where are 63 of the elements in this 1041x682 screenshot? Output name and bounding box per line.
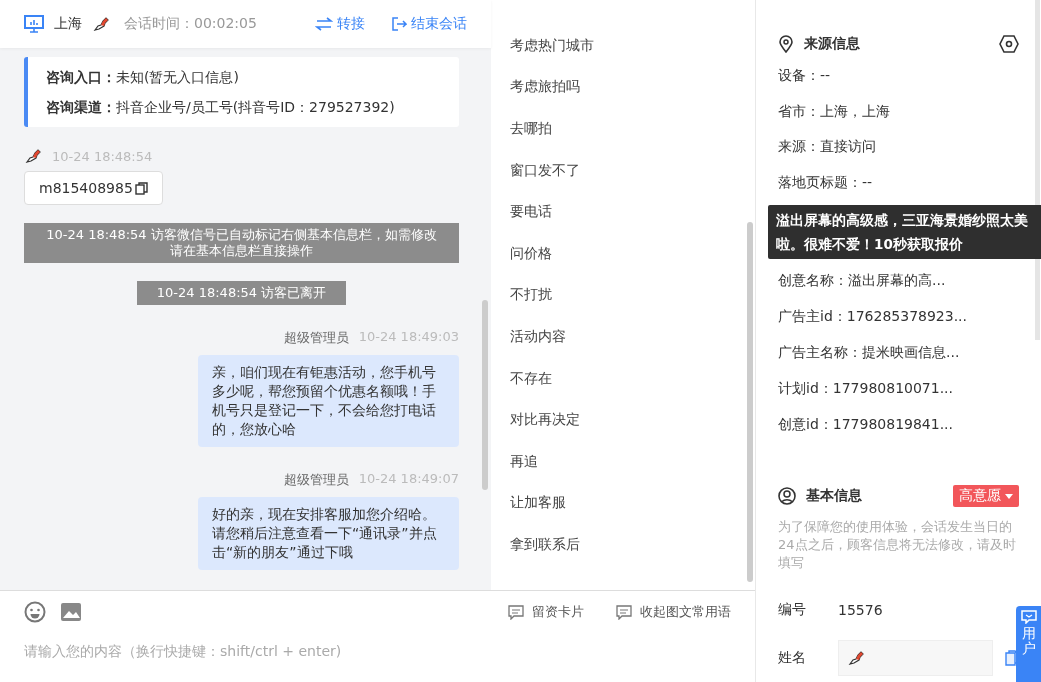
caret-icon xyxy=(1005,493,1013,499)
quick-phrase[interactable]: 窗口发不了 xyxy=(491,149,755,192)
system-notice: 10-24 18:48:54 访客微信号已自动标记右侧基本信息栏，如需修改请在基本信息栏直接操作 xyxy=(24,223,459,263)
source-field: 创意名称：溢出屏幕的高... xyxy=(778,263,1019,300)
location-label: 上海 xyxy=(54,15,82,33)
quick-phrase[interactable]: 不打扰 xyxy=(491,274,755,317)
end-session-button[interactable]: 结束会话 xyxy=(391,15,467,33)
field-label: 姓名 xyxy=(778,649,807,668)
session-time: 会话时间：00:02:05 xyxy=(124,15,257,33)
quick-phrase[interactable]: 再追 xyxy=(491,440,755,483)
consult-info-line: 咨询入口：未知(暂无入口信息) xyxy=(46,68,240,87)
section-title: 来源信息 xyxy=(804,34,860,53)
transfer-button[interactable]: 转接 xyxy=(315,15,365,33)
message-icon xyxy=(508,604,524,620)
quick-phrase[interactable]: 要电话 xyxy=(491,191,755,233)
emoji-icon[interactable] xyxy=(24,601,46,623)
source-field: 广告主名称：提米映画信息... xyxy=(778,334,1019,371)
message-time: 10-24 18:48:54 xyxy=(52,148,153,164)
quick-phrase[interactable]: 不存在 xyxy=(491,357,755,400)
source-field: 计划id：177980810071... xyxy=(778,370,1019,407)
field-value: 15576 xyxy=(838,602,883,619)
agent-message: 好的亲，现在安排客服加您介绍哈。请您稍后注意查看一下“通讯录”并点击“新的朋友”通过下哦 xyxy=(198,497,459,570)
source-field: 设备：-- xyxy=(778,57,1019,94)
source-field: 广告主id：176285378923... xyxy=(778,299,1019,335)
source-field: 省市：上海，上海 xyxy=(778,93,1019,130)
message-time: 10-24 18:49:07 xyxy=(358,471,459,488)
quick-phrase[interactable]: 对比再决定 xyxy=(491,399,755,441)
quick-phrase[interactable]: 考虑热门城市 xyxy=(491,25,755,67)
consult-info-line: 咨询渠道：抖音企业号/员工号(抖音号ID：279527392) xyxy=(46,98,396,117)
message-input[interactable]: 请输入您的内容（换行快捷键：shift/ctrl + enter) xyxy=(24,641,624,661)
monitor-icon xyxy=(24,15,44,33)
quick-phrase[interactable]: 让加客服 xyxy=(491,482,755,525)
copy-icon[interactable] xyxy=(134,181,148,195)
exit-icon xyxy=(391,16,407,32)
message-icon xyxy=(616,604,632,620)
location-pin-icon xyxy=(778,34,794,53)
quick-phrase[interactable]: 拿到联系后 xyxy=(491,524,755,566)
system-notice: 10-24 18:48:54 访客已离开 xyxy=(136,281,347,305)
sender-name: 超级管理员 xyxy=(283,471,349,489)
quick-phrase[interactable]: 活动内容 xyxy=(491,316,755,358)
source-field: 创意id：177980819841... xyxy=(778,406,1019,443)
message-time: 10-24 18:49:03 xyxy=(358,329,459,346)
lead-card-button[interactable]: 留资卡片 xyxy=(508,603,584,621)
quick-phrase[interactable]: 去哪拍 xyxy=(491,108,755,150)
source-field: 来源：直接访问 xyxy=(778,129,1019,166)
collapse-phrases-button[interactable]: 收起图文常用语 xyxy=(616,603,731,621)
notice-text: 为了保障您的使用体验，会话发生当日的24点之后，顾客信息将无法修改，请及时填写 xyxy=(778,518,1017,573)
quick-phrase[interactable]: 问价格 xyxy=(491,232,755,275)
quick-phrase[interactable]: 考虑旅拍吗 xyxy=(491,66,755,109)
field-label: 编号 xyxy=(778,601,807,620)
visitor-message: m815408985 xyxy=(24,171,163,205)
feedback-tab[interactable]: 用户 xyxy=(1016,606,1041,682)
section-title: 基本信息 xyxy=(806,487,862,506)
chat-icon xyxy=(1020,610,1037,624)
tooltip: 溢出屏幕的高级感，三亚海景婚纱照太美啦。很难不爱！10秒获取报价 xyxy=(768,205,1041,260)
source-field: 落地页标题：-- xyxy=(778,165,1019,202)
agent-message: 亲，咱们现在有钜惠活动，您手机号多少呢，帮您预留个优惠名额哦！手机号只是登记一下，不会给您打电话的，您放心哈 xyxy=(198,355,459,447)
user-icon xyxy=(778,487,796,506)
swap-icon xyxy=(315,17,333,31)
name-field[interactable] xyxy=(838,640,993,677)
settings-icon[interactable] xyxy=(999,34,1019,53)
image-icon[interactable] xyxy=(60,602,82,622)
sender-name: 超级管理员 xyxy=(283,329,349,347)
